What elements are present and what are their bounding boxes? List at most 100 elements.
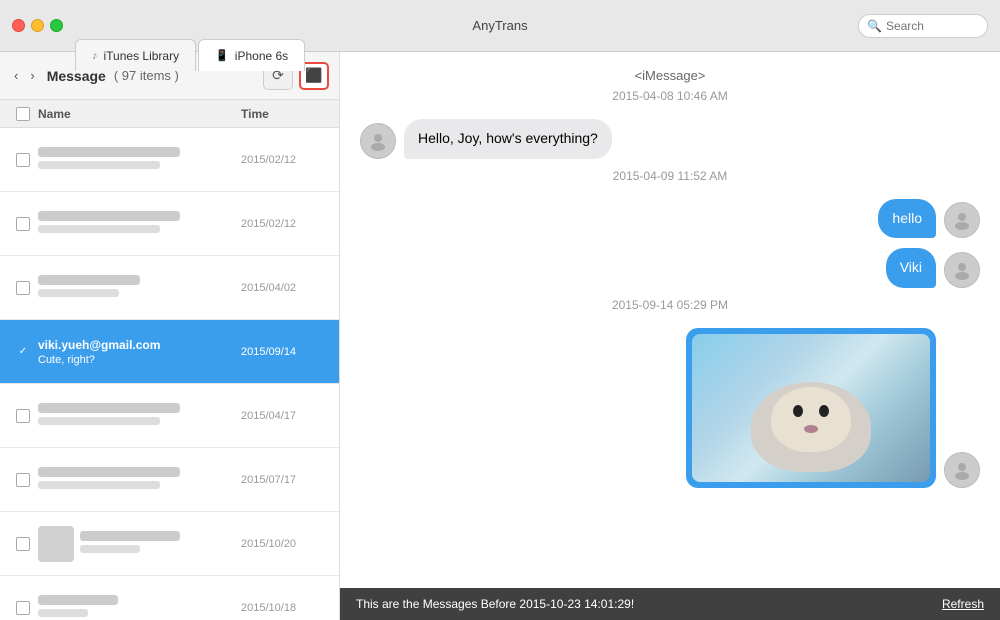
message-list[interactable]: 2015/02/12 2015/02/12: [0, 128, 339, 620]
traffic-lights: [0, 19, 63, 32]
search-bar[interactable]: 🔍: [858, 14, 988, 38]
list-item[interactable]: 2015/04/17: [0, 384, 339, 448]
item-content: [38, 403, 241, 429]
outgoing-message-row: hello: [360, 199, 980, 239]
item-checkbox-1[interactable]: [8, 153, 38, 167]
name-column-header: Name: [38, 107, 241, 121]
item-checkbox-7[interactable]: [8, 537, 38, 551]
seal-eyes: [793, 405, 829, 417]
status-message: This are the Messages Before 2015-10-23 …: [356, 597, 634, 611]
avatar: [944, 452, 980, 488]
image-content: [692, 334, 930, 482]
item-checkbox-5[interactable]: [8, 409, 38, 423]
checkbox[interactable]: [16, 601, 30, 615]
message-time: 2015/10/18: [241, 602, 331, 614]
contact-avatar: [38, 526, 74, 562]
item-content: [38, 467, 241, 493]
outgoing-message-row-2: Viki: [360, 248, 980, 288]
header-checkbox[interactable]: [16, 107, 30, 121]
checkbox[interactable]: [16, 217, 30, 231]
avatar: [360, 123, 396, 159]
list-item[interactable]: 2015/04/02: [0, 256, 339, 320]
sidebar: ‹ › Message ( 97 items ) ⟳ ⬛ Name Time: [0, 52, 340, 620]
seal-illustration: [751, 382, 871, 472]
blurred-name: [80, 531, 180, 541]
list-item-selected[interactable]: ✓ viki.yueh@gmail.com Cute, right? 2015/…: [0, 320, 339, 384]
music-icon: ♪: [92, 50, 98, 62]
minimize-button[interactable]: [31, 19, 44, 32]
message-time: 2015/02/12: [241, 154, 331, 166]
item-content: [38, 526, 241, 562]
blurred-preview: [38, 481, 160, 489]
chat-timestamp: 2015-09-14 05:29 PM: [360, 298, 980, 312]
app-title: AnyTrans: [472, 18, 527, 33]
item-checkbox-2[interactable]: [8, 217, 38, 231]
item-checkbox-3[interactable]: [8, 281, 38, 295]
time-column-header: Time: [241, 107, 331, 121]
message-sender: viki.yueh@gmail.com: [38, 338, 241, 352]
blurred-name: [38, 467, 180, 477]
message-bubble: Viki: [886, 248, 936, 288]
blurred-preview: [38, 289, 119, 297]
item-content: [38, 275, 241, 301]
message-preview: Cute, right?: [38, 354, 241, 366]
message-bubble: hello: [878, 199, 936, 239]
seal-eye-right: [819, 405, 829, 417]
search-icon: 🔍: [867, 19, 882, 33]
main-area: ‹ › Message ( 97 items ) ⟳ ⬛ Name Time: [0, 52, 1000, 620]
select-all-checkbox[interactable]: [8, 107, 38, 121]
avatar: [944, 252, 980, 288]
list-item[interactable]: 2015/02/12: [0, 192, 339, 256]
blurred-preview: [80, 545, 140, 553]
checkbox[interactable]: [16, 153, 30, 167]
message-time: 2015/07/17: [241, 474, 331, 486]
checkbox[interactable]: [16, 281, 30, 295]
chat-timestamp: 2015-04-08 10:46 AM: [360, 89, 980, 103]
search-input[interactable]: [886, 19, 979, 33]
tab-itunes-label: iTunes Library: [104, 49, 180, 63]
list-item[interactable]: 2015/07/17: [0, 448, 339, 512]
item-checkbox-6[interactable]: [8, 473, 38, 487]
nav-forward-button[interactable]: ›: [26, 66, 38, 85]
chat-messages: <iMessage> 2015-04-08 10:46 AM Hello, Jo…: [340, 52, 1000, 620]
item-content: [38, 211, 241, 237]
tab-itunes[interactable]: ♪ iTunes Library: [75, 39, 196, 71]
titlebar: ♪ iTunes Library 📱 iPhone 6s AnyTrans 🔍: [0, 0, 1000, 52]
checkbox[interactable]: ✓: [16, 345, 30, 359]
chat-area: <iMessage> 2015-04-08 10:46 AM Hello, Jo…: [340, 52, 1000, 620]
message-time: 2015/09/14: [241, 346, 331, 358]
blurred-preview: [38, 161, 160, 169]
phone-icon: 📱: [215, 49, 229, 62]
fullscreen-button[interactable]: [50, 19, 63, 32]
export-icon: ⬛: [305, 67, 322, 84]
close-button[interactable]: [12, 19, 25, 32]
blurred-name: [38, 211, 180, 221]
item-checkbox-4[interactable]: ✓: [8, 345, 38, 359]
message-bubble: Hello, Joy, how's everything?: [404, 119, 612, 159]
chat-timestamp: 2015-04-09 11:52 AM: [360, 169, 980, 183]
list-item[interactable]: 2015/02/12: [0, 128, 339, 192]
blurred-name: [38, 595, 118, 605]
list-item[interactable]: 2015/10/20: [0, 512, 339, 576]
image-bubble: [686, 328, 936, 488]
blurred-preview: [38, 609, 88, 617]
blurred-name: [38, 147, 180, 157]
nav-back-button[interactable]: ‹: [10, 66, 22, 85]
message-time: 2015/04/02: [241, 282, 331, 294]
refresh-button[interactable]: Refresh: [942, 597, 984, 611]
outgoing-image-row: [360, 328, 980, 488]
tab-iphone-label: iPhone 6s: [235, 49, 288, 63]
checkbox[interactable]: [16, 409, 30, 423]
checkbox[interactable]: [16, 473, 30, 487]
list-item[interactable]: 2015/10/18: [0, 576, 339, 620]
checkbox[interactable]: [16, 537, 30, 551]
tab-iphone[interactable]: 📱 iPhone 6s: [198, 39, 305, 71]
item-content: viki.yueh@gmail.com Cute, right?: [38, 338, 241, 366]
column-headers: Name Time: [0, 100, 339, 128]
item-checkbox-8[interactable]: [8, 601, 38, 615]
seal-nose: [804, 425, 818, 433]
status-bar: This are the Messages Before 2015-10-23 …: [340, 588, 1000, 620]
blurred-name: [38, 275, 140, 285]
nav-arrows: ‹ ›: [10, 66, 39, 85]
message-time: 2015/04/17: [241, 410, 331, 422]
